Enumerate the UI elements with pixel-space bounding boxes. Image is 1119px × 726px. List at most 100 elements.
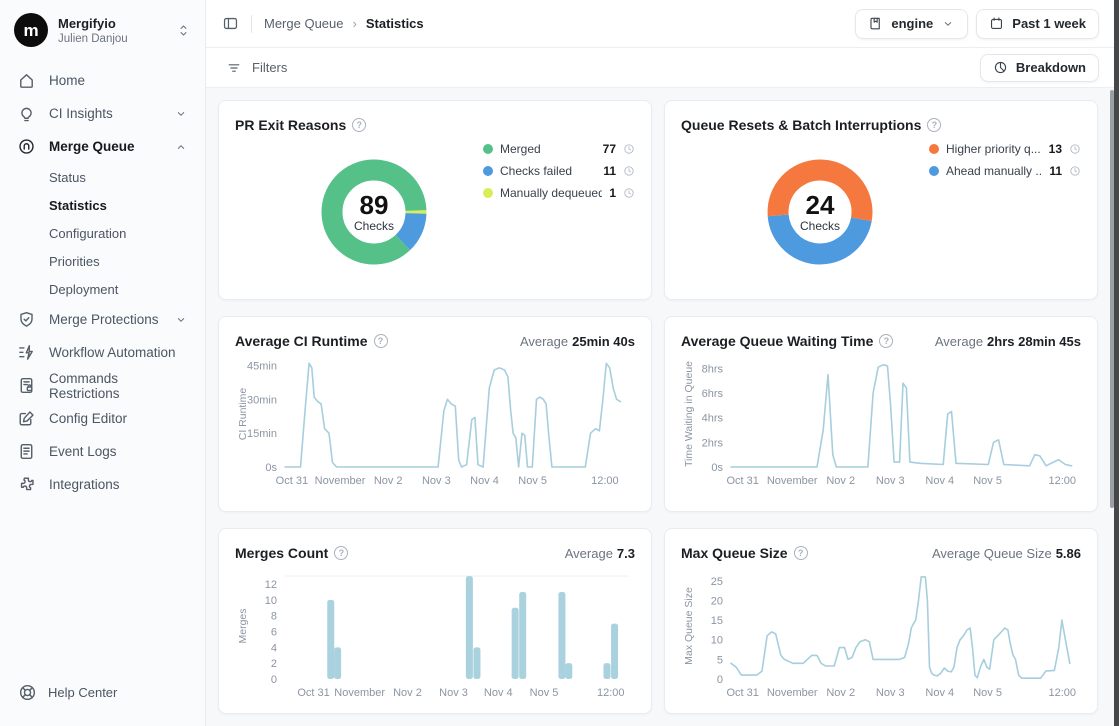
sidebar-item-label: Event Logs: [49, 444, 117, 459]
puzzle-icon: [17, 475, 36, 494]
help-icon[interactable]: ?: [352, 118, 366, 132]
sidebar-item-config-editor[interactable]: Config Editor: [8, 402, 197, 435]
svg-text:30min: 30min: [247, 394, 277, 406]
clock-icon[interactable]: [623, 165, 635, 177]
help-icon[interactable]: ?: [879, 334, 893, 348]
legend: Higher priority q...13 Ahead manually ...…: [929, 142, 1081, 178]
donut-center: 24Checks: [765, 157, 875, 267]
legend-item[interactable]: Checks failed11: [483, 164, 635, 178]
svg-text:Nov 4: Nov 4: [484, 687, 513, 699]
shield-icon: [17, 310, 36, 329]
statistics-dashboard: PR Exit Reasons?89ChecksMerged77Checks f…: [206, 88, 1119, 726]
content-area: Merge Queue › Statistics engine Past 1 w…: [206, 0, 1119, 726]
sidebar-item-label: Config Editor: [49, 411, 127, 426]
legend-item[interactable]: Merged 77: [483, 142, 635, 156]
filters-button[interactable]: Filters: [220, 60, 293, 76]
help-icon[interactable]: ?: [927, 118, 941, 132]
legend-item[interactable]: Ahead manually ...11: [929, 164, 1081, 178]
summary-value: 7.3: [617, 546, 635, 561]
sidebar-item-deployment[interactable]: Deployment: [8, 275, 197, 303]
svg-text:10: 10: [711, 635, 723, 647]
line-chart: Time Waiting in Queue0s2hrs4hrs6hrs8hrsO…: [681, 355, 1083, 491]
topbar-divider: [251, 15, 252, 33]
donut-center-label: Checks: [800, 219, 840, 233]
legend-value: 77: [603, 142, 616, 156]
summary-label: Average: [935, 334, 983, 349]
help-icon[interactable]: ?: [374, 334, 388, 348]
legend-label: Ahead manually ...: [946, 164, 1042, 178]
sidebar-item-workflow-automation[interactable]: Workflow Automation: [8, 336, 197, 369]
sidebar-item-merge-protections[interactable]: Merge Protections: [8, 303, 197, 336]
help-center-label: Help Center: [48, 685, 117, 700]
chevron-down-icon: [174, 313, 188, 327]
svg-text:Nov 3: Nov 3: [439, 687, 468, 699]
help-center-button[interactable]: Help Center: [0, 667, 205, 726]
sidebar-item-status[interactable]: Status: [8, 163, 197, 191]
sidebar-item-integrations[interactable]: Integrations: [8, 468, 197, 501]
scrollbar-track[interactable]: [1114, 0, 1119, 726]
donut-wrap: 89Checks: [319, 157, 429, 267]
bar-chart: Merges024681012Oct 31NovemberNov 2Nov 3N…: [235, 567, 637, 703]
svg-text:12:00: 12:00: [1049, 687, 1077, 699]
svg-text:November: November: [767, 475, 818, 487]
sidebar-item-ci-insights[interactable]: CI Insights: [8, 97, 197, 130]
sidebar-item-event-logs[interactable]: Event Logs: [8, 435, 197, 468]
clock-icon[interactable]: [623, 187, 635, 199]
legend-dot: [483, 166, 493, 176]
svg-text:Nov 2: Nov 2: [826, 475, 855, 487]
period-select[interactable]: Past 1 week: [976, 9, 1099, 39]
sidebar-item-commands-restrictions[interactable]: Commands Restrictions: [8, 369, 197, 402]
clock-icon[interactable]: [1069, 165, 1081, 177]
sidebar-item-label: Integrations: [49, 477, 120, 492]
workspace-name: Mergifyio: [58, 16, 128, 31]
legend-item[interactable]: Higher priority q...13: [929, 142, 1081, 156]
clock-icon[interactable]: [623, 143, 635, 155]
sidebar-item-home[interactable]: Home: [8, 64, 197, 97]
line-chart: CI Runtime0s15min30min45minOct 31Novembe…: [235, 355, 637, 491]
doc-icon: [17, 442, 36, 461]
home-icon: [17, 71, 36, 90]
breadcrumb-statistics: Statistics: [366, 16, 424, 31]
card-queue-resets-batch-interruptions: Queue Resets & Batch Interruptions?24Che…: [664, 100, 1098, 300]
clock-icon[interactable]: [1069, 143, 1081, 155]
donut-center-value: 89: [360, 191, 389, 220]
svg-text:20: 20: [711, 595, 723, 607]
sidebar-item-statistics[interactable]: Statistics: [8, 191, 197, 219]
repository-select[interactable]: engine: [855, 9, 968, 39]
card-merges-count: Merges Count?Average7.3Merges024681012Oc…: [218, 528, 652, 714]
workspace-switcher[interactable]: m Mergifyio Julien Danjou: [0, 0, 205, 56]
breakdown-button[interactable]: Breakdown: [980, 54, 1099, 82]
legend-value: 1: [609, 186, 616, 200]
legend-item[interactable]: Manually dequeued1: [483, 186, 635, 200]
svg-text:45min: 45min: [247, 361, 277, 373]
sidebar-toggle-icon[interactable]: [222, 15, 239, 32]
svg-text:Nov 2: Nov 2: [826, 687, 855, 699]
card-pr-exit-reasons: PR Exit Reasons?89ChecksMerged77Checks f…: [218, 100, 652, 300]
svg-text:12:00: 12:00: [591, 475, 619, 487]
card-title: Average Queue Waiting Time: [681, 333, 873, 349]
help-icon[interactable]: ?: [794, 546, 808, 560]
svg-text:Nov 3: Nov 3: [422, 475, 451, 487]
filters-label: Filters: [252, 60, 287, 75]
sidebar-item-priorities[interactable]: Priorities: [8, 247, 197, 275]
help-icon[interactable]: ?: [334, 546, 348, 560]
legend-label: Merged: [500, 142, 596, 156]
sidebar-item-configuration[interactable]: Configuration: [8, 219, 197, 247]
chevron-down-icon: [941, 17, 955, 31]
legend-label: Checks failed: [500, 164, 596, 178]
card-header: Merges Count?Average7.3: [235, 542, 635, 564]
sidebar-item-merge-queue[interactable]: Merge Queue: [8, 130, 197, 163]
zap-icon: [17, 343, 36, 362]
breadcrumb-merge-queue[interactable]: Merge Queue: [264, 16, 344, 31]
svg-text:0: 0: [717, 674, 723, 686]
card-average-queue-waiting-time: Average Queue Waiting Time?Average2hrs 2…: [664, 316, 1098, 512]
card-title: Average CI Runtime: [235, 333, 368, 349]
svg-text:4hrs: 4hrs: [702, 413, 724, 425]
svg-text:Merges: Merges: [237, 608, 249, 643]
donut-center-label: Checks: [354, 219, 394, 233]
calendar-icon: [989, 16, 1004, 31]
card-summary: Average7.3: [565, 546, 635, 561]
svg-text:12:00: 12:00: [597, 687, 625, 699]
legend-dot: [483, 188, 493, 198]
scrollbar-thumb[interactable]: [1110, 90, 1114, 508]
